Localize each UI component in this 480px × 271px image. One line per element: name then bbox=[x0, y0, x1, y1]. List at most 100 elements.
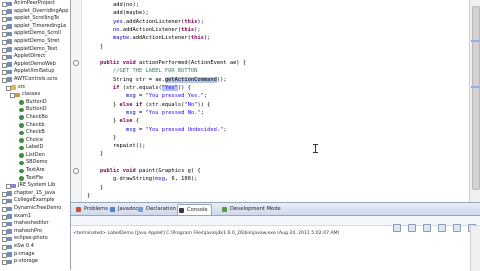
code-token: this bbox=[181, 26, 195, 33]
code-editor[interactable]: add(no); add(maybe); yes.addActionListener… bbox=[71, 0, 469, 202]
tree-item[interactable]: eSw 0.4 bbox=[0, 243, 70, 251]
tree-item[interactable]: applet_OverridingApp bbox=[0, 8, 70, 16]
terminate-icon[interactable] bbox=[392, 224, 401, 232]
tree-item[interactable]: appletDemo_Text bbox=[0, 46, 70, 54]
code-line[interactable]: //GET THE LABEL FOR BUTTON bbox=[113, 67, 197, 75]
editor-vertical-scrollbar[interactable] bbox=[469, 0, 480, 202]
tab-problems[interactable]: Problems bbox=[75, 204, 108, 214]
project-icon bbox=[7, 69, 12, 75]
code-line[interactable]: maybe.addActionListener(this); bbox=[113, 34, 210, 42]
code-line[interactable]: String str = ae.getActionCommand(); bbox=[113, 76, 227, 84]
tree-item[interactable]: TextAre bbox=[0, 167, 70, 175]
tree-item[interactable]: CheckB bbox=[0, 129, 70, 137]
code-token: else if bbox=[119, 101, 143, 108]
tree-item[interactable]: LabelD bbox=[0, 144, 70, 152]
code-token: .addActionListener( bbox=[122, 18, 185, 25]
tree-item[interactable]: SBDemo bbox=[0, 159, 70, 167]
tree-item[interactable]: TextFie bbox=[0, 175, 70, 183]
code-token: repaint(); bbox=[113, 143, 146, 150]
code-line[interactable]: add(no); bbox=[113, 1, 139, 9]
code-line[interactable]: msg = "You pressed Yes."; bbox=[126, 92, 207, 100]
tree-item-label: classes bbox=[22, 91, 41, 98]
tree-item[interactable]: classes bbox=[0, 91, 70, 99]
code-line[interactable]: } bbox=[100, 150, 103, 158]
code-token: )) { bbox=[197, 101, 211, 108]
console-toolbar bbox=[391, 217, 476, 232]
tab-javadoc[interactable]: Javadoc bbox=[109, 204, 138, 214]
code-line[interactable]: g.drawString(msg, 6, 100); bbox=[113, 175, 197, 183]
tree-item[interactable]: mahesheditor bbox=[0, 220, 70, 228]
code-line[interactable]: } else if (str.equals("No")) { bbox=[113, 101, 210, 109]
tree-item-label: CheckBo bbox=[26, 113, 48, 120]
code-line[interactable]: msg = "You pressed No."; bbox=[126, 109, 204, 117]
code-line[interactable]: add(maybe); bbox=[113, 9, 149, 17]
problems-icon bbox=[76, 206, 81, 212]
tab-console[interactable]: Console bbox=[177, 204, 212, 215]
fold-marker-icon[interactable] bbox=[73, 60, 79, 66]
tree-item[interactable]: src bbox=[0, 84, 70, 92]
tree-item[interactable]: AnimPeerProject bbox=[0, 0, 70, 8]
code-line[interactable]: if (str.equals("Yes")) { bbox=[113, 84, 191, 92]
code-area[interactable]: add(no); add(maybe); yes.addActionListener… bbox=[83, 0, 469, 202]
tree-item[interactable]: exam1 bbox=[0, 213, 70, 221]
code-line[interactable]: public void actionPerformed(ActionEvent … bbox=[100, 59, 246, 67]
scrollbar-thumb[interactable] bbox=[472, 6, 480, 190]
tree-item-label: AppletDemoWeb bbox=[14, 60, 56, 67]
pin-console-icon[interactable] bbox=[452, 224, 461, 232]
tree-item-label: ButtonD bbox=[26, 106, 47, 113]
tree-item[interactable]: AWTControls.scro bbox=[0, 76, 70, 84]
tree-item[interactable]: p-image bbox=[0, 251, 70, 259]
overview-ruler-mark[interactable] bbox=[471, 86, 479, 88]
code-line[interactable]: public void paint(Graphics g) { bbox=[100, 167, 201, 175]
code-line[interactable]: no.addActionListener(this); bbox=[113, 26, 201, 34]
remove-launch-icon[interactable] bbox=[407, 224, 416, 232]
tree-item[interactable]: appletDemo_Stret bbox=[0, 38, 70, 46]
clear-console-icon[interactable] bbox=[422, 224, 431, 232]
tree-item[interactable]: Choice bbox=[0, 137, 70, 145]
tree-item-label: mahesheditor bbox=[14, 220, 49, 227]
code-line[interactable]: } bbox=[100, 184, 103, 192]
tree-item-label: chapter_15_java bbox=[14, 189, 56, 196]
code-token: g.drawString( bbox=[113, 176, 156, 183]
tree-item[interactable]: maheshPro bbox=[0, 228, 70, 236]
tree-item[interactable]: ListDen bbox=[0, 152, 70, 160]
code-token: , 6, 100); bbox=[164, 176, 198, 183]
console-vertical-scrollbar[interactable] bbox=[470, 226, 480, 271]
fold-marker-icon[interactable] bbox=[73, 168, 79, 174]
code-token: ; bbox=[223, 126, 227, 133]
tree-item[interactable]: JRE System Lib bbox=[0, 182, 70, 190]
tree-item[interactable]: Checkb bbox=[0, 122, 70, 130]
tree-item[interactable]: appletDemo_Scroll bbox=[0, 30, 70, 38]
project-icon bbox=[7, 214, 12, 219]
tab-development-mode[interactable]: Development Mode bbox=[221, 204, 281, 214]
tree-item-label: eSw 0.4 bbox=[14, 243, 34, 249]
project-icon bbox=[7, 206, 12, 212]
overview-ruler-mark[interactable] bbox=[471, 40, 479, 42]
code-line[interactable]: repaint(); bbox=[113, 142, 145, 150]
tree-item[interactable]: eclipse-photo bbox=[0, 235, 70, 243]
tree-item-label: CheckB bbox=[26, 129, 45, 136]
code-line[interactable]: yes.addActionListener(this); bbox=[113, 18, 204, 26]
code-line[interactable]: } bbox=[113, 134, 116, 142]
code-line[interactable]: } else { bbox=[113, 117, 139, 125]
tree-item[interactable]: applet_ScrollingTe bbox=[0, 15, 70, 23]
tree-item[interactable]: p-storage bbox=[0, 258, 70, 266]
tree-item[interactable]: AppletDemoWeb bbox=[0, 61, 70, 69]
scroll-lock-icon[interactable] bbox=[437, 224, 446, 232]
tree-item[interactable]: AppletDirect bbox=[0, 53, 70, 61]
tree-item[interactable]: ButtonD bbox=[0, 99, 70, 107]
tree-item-label: DynamicTreeDemo bbox=[14, 205, 62, 212]
tree-item[interactable]: CollegeExample bbox=[0, 197, 70, 205]
tree-item[interactable]: DynamicTreeDemo bbox=[0, 205, 70, 213]
tree-item[interactable]: ButtonD bbox=[0, 106, 70, 114]
tab-declaration[interactable]: Declaration bbox=[137, 204, 176, 214]
code-line[interactable]: } bbox=[87, 192, 90, 200]
code-token: ; bbox=[203, 93, 208, 100]
code-line[interactable]: } bbox=[100, 43, 103, 51]
tree-item[interactable]: chapter_15_java bbox=[0, 190, 70, 198]
tree-item[interactable]: CheckBo bbox=[0, 114, 70, 122]
tree-item[interactable]: AppletXmlSetup bbox=[0, 68, 70, 76]
tree-item[interactable]: applet_TimeredingLe bbox=[0, 23, 70, 31]
code-token: public void bbox=[100, 60, 136, 67]
code-line[interactable]: msg = "You pressed Undecided."; bbox=[126, 126, 227, 134]
